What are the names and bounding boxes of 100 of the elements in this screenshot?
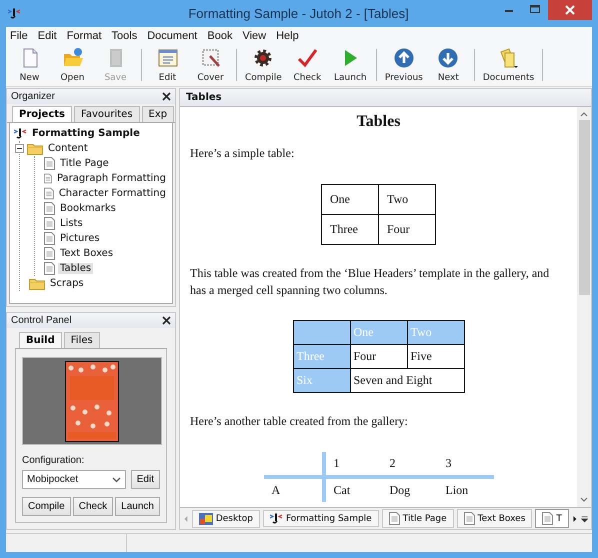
- edit-button[interactable]: Edit: [130, 470, 160, 489]
- menu-item[interactable]: Format: [66, 30, 102, 42]
- scrollbar[interactable]: [577, 107, 591, 507]
- menu-item[interactable]: File: [10, 30, 28, 42]
- panel-button[interactable]: Check: [72, 497, 114, 516]
- tab[interactable]: Projects: [12, 106, 72, 122]
- tree-item[interactable]: Pictures: [58, 233, 102, 244]
- table-cell: A: [264, 477, 324, 502]
- panel-title: Organizer: [11, 91, 55, 102]
- paragraph: This table was created from the ‘Blue Headers’ template in the gallery, and has a merged cell spanning two columns.: [190, 264, 550, 298]
- header-cell: Two: [407, 320, 464, 345]
- menu-item[interactable]: View: [242, 30, 266, 42]
- menu-item[interactable]: Help: [276, 30, 299, 42]
- desktop-icon: [198, 512, 213, 524]
- close-icon[interactable]: [162, 92, 171, 101]
- table-cell: Dog: [382, 477, 438, 502]
- logo-icon: [270, 513, 283, 524]
- document-tab[interactable]: Text Boxes: [456, 509, 532, 528]
- page-icon: [44, 172, 52, 185]
- table-cell: Cat: [324, 477, 382, 502]
- tree-item[interactable]: Scraps: [48, 278, 86, 289]
- table-cell: Lion: [438, 477, 494, 502]
- tree-item[interactable]: Paragraph Formatting: [54, 173, 168, 184]
- document-tab[interactable]: T: [535, 509, 569, 528]
- document-tab[interactable]: Desktop: [192, 510, 260, 528]
- header-cell: Three: [293, 344, 350, 369]
- document-tab[interactable]: Title Page: [382, 509, 454, 528]
- menu-item[interactable]: Document: [147, 30, 198, 42]
- page-icon: [44, 262, 55, 275]
- page-icon: [542, 512, 554, 525]
- toolbar-button[interactable]: Open: [51, 46, 94, 84]
- scroll-right-icon[interactable]: [572, 514, 578, 524]
- chevron-down-icon: [112, 476, 121, 482]
- menu-item[interactable]: Edit: [38, 30, 57, 42]
- close-icon[interactable]: [162, 316, 171, 325]
- tree-item[interactable]: Text Boxes: [58, 248, 116, 259]
- toolbar-button[interactable]: Launch: [328, 46, 372, 84]
- scroll-down-icon[interactable]: [580, 497, 588, 503]
- edit-icon: [156, 47, 178, 69]
- table-cell: Four: [378, 214, 436, 244]
- toolbar-button[interactable]: Documents: [478, 46, 538, 84]
- configuration-dropdown[interactable]: Mobipocket: [22, 470, 126, 489]
- check-icon: [296, 47, 318, 69]
- next-icon: [437, 47, 460, 69]
- page-icon: [44, 202, 55, 215]
- close-window-button[interactable]: [548, 0, 592, 20]
- tab-list-icon[interactable]: [580, 514, 588, 524]
- tree-item[interactable]: Formatting Sample: [30, 128, 142, 139]
- scroll-up-icon[interactable]: [580, 111, 588, 117]
- tab[interactable]: Build: [19, 332, 62, 348]
- app-logo-icon: [8, 8, 21, 19]
- window-title: Formatting Sample - Jutoh 2 - [Tables]: [187, 6, 410, 21]
- menu-item[interactable]: Book: [207, 30, 232, 42]
- cover-icon: [200, 47, 222, 69]
- tree-item[interactable]: Tables: [58, 263, 94, 274]
- toolbar-button[interactable]: Check: [286, 46, 329, 84]
- page-icon: [44, 157, 55, 170]
- table-cell: One: [322, 184, 378, 214]
- tab[interactable]: Favourites: [74, 106, 140, 122]
- table-cell: Five: [407, 344, 464, 369]
- page-icon: [464, 512, 475, 525]
- menu-item[interactable]: Tools: [112, 30, 138, 42]
- toolbar-button[interactable]: New: [8, 46, 51, 84]
- document-title: Tables: [186, 92, 222, 103]
- tree-item[interactable]: Lists: [58, 218, 85, 229]
- table-cell: 2: [382, 452, 438, 478]
- panel-title: Control Panel: [11, 315, 72, 326]
- tab[interactable]: Files: [64, 332, 100, 348]
- previous-icon: [392, 47, 415, 69]
- toolbar-button[interactable]: Next: [426, 46, 470, 84]
- logo-icon: [14, 128, 27, 139]
- document-tab[interactable]: Formatting Sample: [262, 510, 379, 527]
- panel-button[interactable]: Compile: [22, 497, 71, 516]
- page-icon: [44, 217, 55, 230]
- toolbar-button[interactable]: Edit: [146, 46, 189, 84]
- paragraph: Here’s a simple table:: [190, 145, 296, 162]
- table-cell: 1: [324, 452, 382, 478]
- collapse-icon[interactable]: [15, 144, 24, 153]
- folder-icon: [29, 278, 45, 290]
- page-heading: Tables: [356, 113, 402, 131]
- tree-item[interactable]: Bookmarks: [58, 203, 118, 214]
- table-cell: 3: [438, 452, 494, 478]
- toolbar-button[interactable]: Previous: [380, 46, 427, 84]
- tree-item[interactable]: Title Page: [58, 158, 111, 169]
- header-cell: One: [350, 320, 407, 345]
- page-icon: [44, 187, 54, 200]
- folder-icon: [27, 142, 43, 154]
- compile-icon: [252, 47, 274, 69]
- tab[interactable]: Exp: [142, 106, 174, 122]
- table-cell: Seven and Eight: [350, 368, 464, 393]
- panel-button[interactable]: Launch: [115, 497, 160, 516]
- field-label: Configuration:: [22, 455, 86, 466]
- page-icon: [44, 247, 55, 260]
- table-cell: Two: [378, 184, 436, 214]
- toolbar-button[interactable]: Compile: [241, 46, 286, 84]
- page-icon: [44, 232, 55, 245]
- paragraph: Here’s another table created from the gallery:: [190, 413, 409, 430]
- tree-item[interactable]: Character Formatting: [56, 188, 168, 199]
- toolbar-button[interactable]: Cover: [189, 46, 232, 84]
- tree-item[interactable]: Content: [46, 143, 90, 154]
